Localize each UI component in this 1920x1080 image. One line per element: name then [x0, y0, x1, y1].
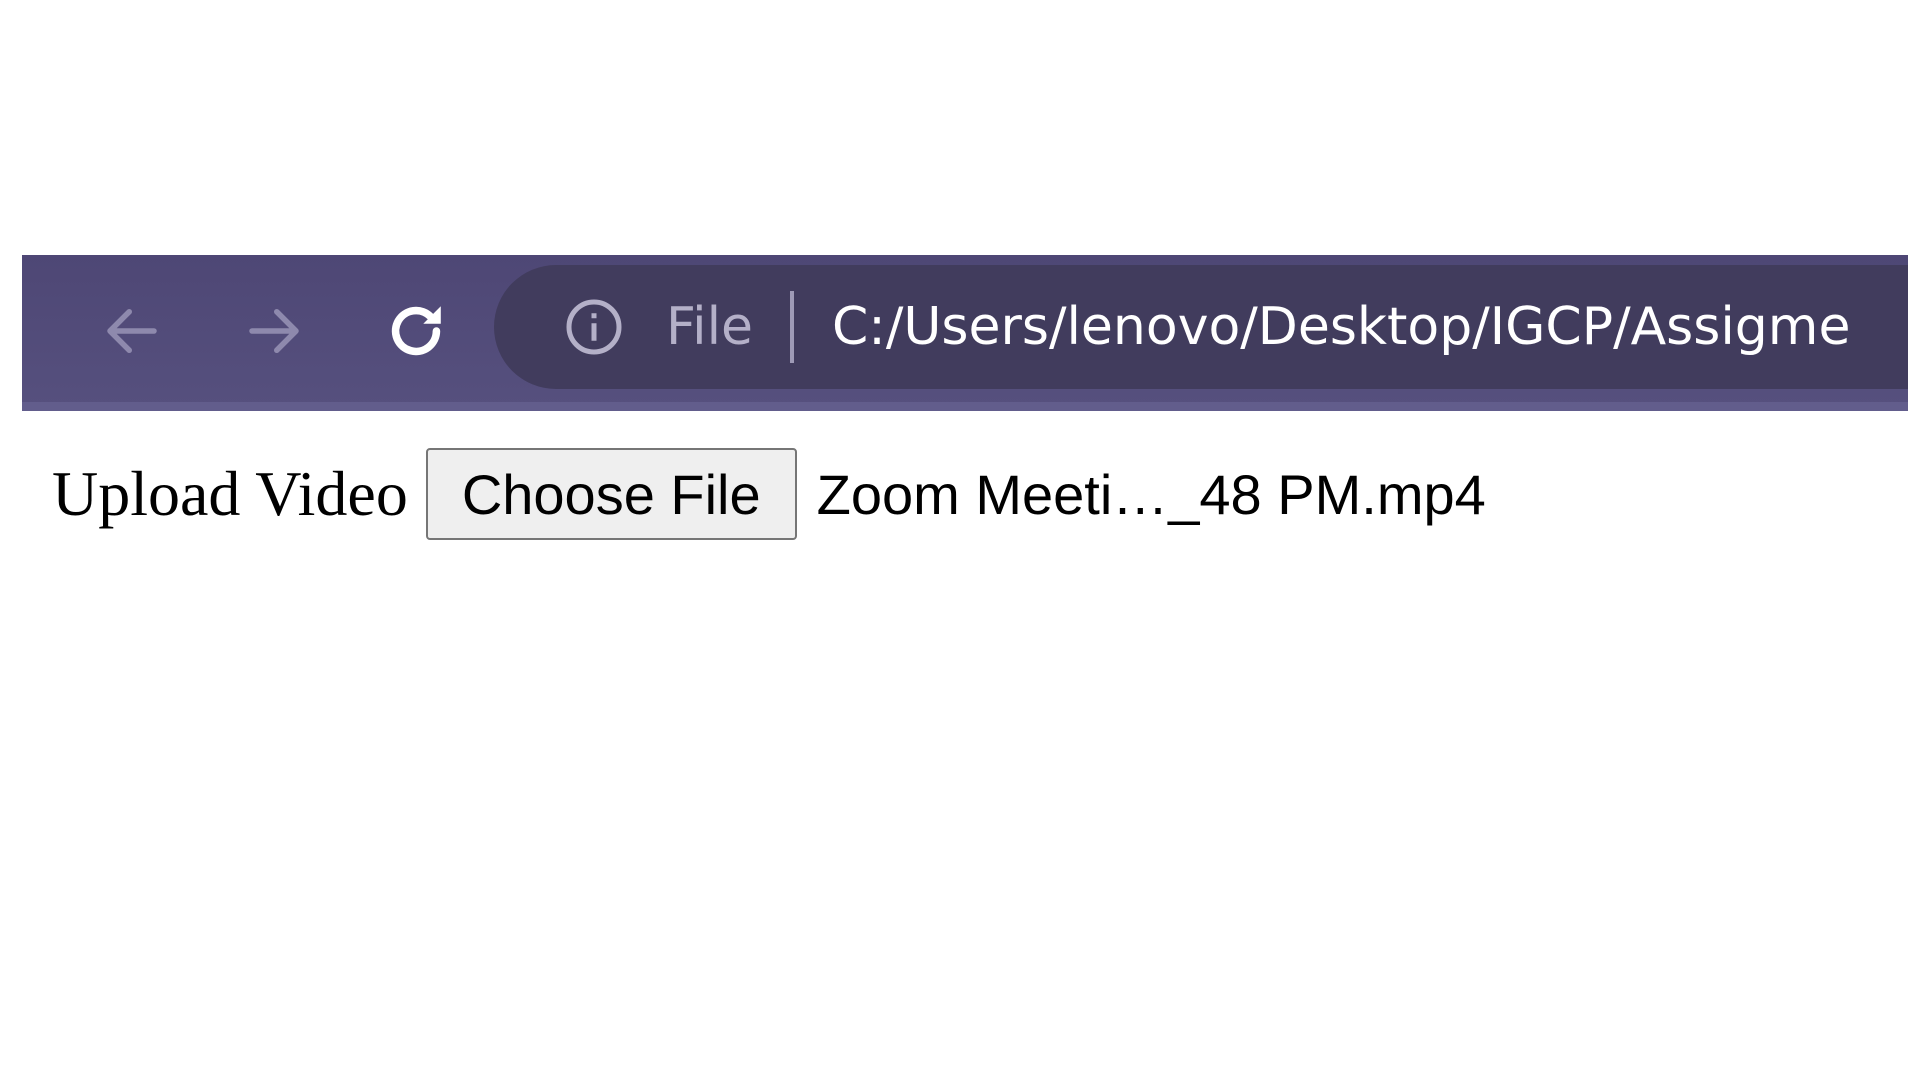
reload-icon — [391, 306, 441, 356]
upload-video-label: Upload Video — [52, 458, 408, 529]
back-button[interactable] — [94, 293, 170, 369]
selected-file-name: Zoom Meeti…_48 PM.mp4 — [816, 462, 1486, 526]
scheme-label: File — [666, 297, 754, 357]
arrow-left-icon — [107, 309, 157, 353]
reload-button[interactable] — [378, 293, 454, 369]
choose-file-button[interactable]: Choose File — [425, 448, 797, 540]
info-icon[interactable] — [564, 297, 624, 357]
address-bar[interactable]: File C:/Users/lenovo/Desktop/IGCP/Assigm… — [494, 265, 1908, 389]
address-separator — [790, 291, 794, 363]
forward-button[interactable] — [236, 293, 312, 369]
toolbar-divider — [22, 402, 1908, 411]
upload-form: Upload Video Choose File Zoom Meeti…_48 … — [52, 446, 1486, 542]
browser-toolbar: File C:/Users/lenovo/Desktop/IGCP/Assigm… — [22, 255, 1908, 411]
url-text[interactable]: C:/Users/lenovo/Desktop/IGCP/Assigme — [832, 293, 1850, 361]
arrow-right-icon — [249, 309, 299, 353]
